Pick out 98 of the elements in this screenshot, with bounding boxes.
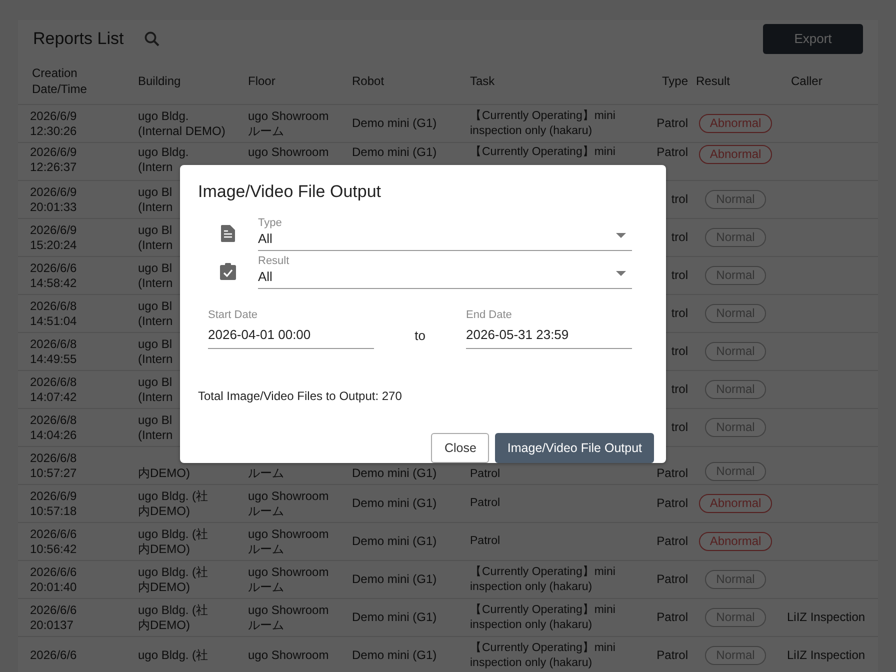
table-cell: 【Currently Operating】mini inspection only (hakaru) — [470, 109, 616, 138]
table-cell: Demo mini (G1) — [352, 534, 437, 549]
range-separator: to — [414, 326, 426, 345]
table-cell: 2026/6/6 14:58:42 — [30, 260, 77, 290]
table-cell: trol — [671, 344, 688, 359]
table-cell: Patrol — [656, 116, 688, 131]
table-cell: Demo mini (G1) — [352, 610, 437, 625]
table-cell: 2026/6/6 20:0137 — [30, 602, 77, 632]
table-cell: trol — [671, 192, 688, 207]
table-cell: ugo Showroom ルーム — [248, 526, 329, 556]
table-cell: Demo mini (G1) — [352, 466, 437, 481]
table-cell: trol — [671, 230, 688, 245]
table-cell: trol — [671, 306, 688, 321]
column-header: Floor — [247, 72, 276, 90]
table-cell: Patrol — [656, 466, 688, 481]
table-cell: ugo Bl (Intern — [138, 298, 173, 328]
table-cell: Patrol — [470, 534, 500, 549]
table-cell: 【Currently Operating】mini inspection only (hakaru) — [470, 603, 616, 632]
table-cell: ugo Showroom — [248, 648, 329, 663]
table-cell: 2026/6/8 14:49:55 — [30, 336, 77, 366]
table-cell: 2026/6/8 10:57:27 — [30, 451, 77, 481]
table-cell: Patrol — [656, 572, 688, 587]
table-cell: 【Currently Operating】mini — [470, 145, 616, 160]
table-cell: 2026/6/6 — [30, 648, 77, 663]
table-cell: 【Currently Operating】mini inspection only (hakaru) — [470, 565, 616, 594]
date-field[interactable]: End Date 2026-05-31 23:59 — [466, 308, 632, 350]
table-cell: ugo Bldg. (社 — [138, 648, 208, 663]
column-header: Robot — [351, 72, 386, 90]
table-cell: ugo Bl (Intern — [138, 184, 173, 214]
table-cell: ugo Bl (Intern — [138, 374, 173, 404]
column-header: Building — [137, 72, 182, 90]
dialog-title: Image/Video File Output — [198, 181, 382, 203]
table-cell: Patrol — [656, 496, 688, 511]
table-cell: 2026/6/9 20:01:33 — [30, 184, 77, 214]
table-cell: LiIZ Inspection — [787, 610, 866, 625]
caret-icon — [616, 232, 626, 238]
select-field[interactable]: Type All — [258, 216, 632, 250]
table-cell: 【Currently Operating】mini inspection only (hakaru) — [470, 641, 616, 670]
caret-icon — [616, 270, 626, 276]
table-cell: ugo Bl (Intern — [138, 260, 173, 290]
column-header: Creation Date/Time — [31, 64, 88, 98]
table-cell: Demo mini (G1) — [352, 145, 437, 160]
table-cell: Patrol — [470, 496, 500, 511]
table-cell-text: ugo Bldg. (社内DEMO) — [138, 526, 210, 556]
document-icon — [221, 225, 235, 242]
table-cell: 2026/6/9 12:26:37 — [30, 145, 77, 175]
table-cell: LiIZ Inspection — [787, 648, 866, 663]
table-cell: trol — [671, 382, 688, 397]
column-header: Result — [695, 72, 732, 90]
table-cell: ugo Showroom ルーム — [248, 488, 329, 518]
output-total: Total Image/Video Files to Output: 270 — [198, 388, 403, 406]
page-title: Reports List — [33, 28, 124, 50]
table-cell: 2026/6/9 10:57:18 — [30, 488, 77, 518]
date-field[interactable]: Start Date 2026-04-01 00:00 — [208, 308, 374, 350]
column-header: Caller — [790, 72, 824, 90]
column-header: Type — [660, 72, 688, 90]
table-cell: Demo mini (G1) — [352, 116, 437, 131]
table-cell-text: ugo Bldg. (社内DEMO) — [138, 564, 210, 594]
table-cell: trol — [671, 268, 688, 283]
table-cell: ugo Bldg. (Internal DEMO) — [138, 108, 226, 138]
result-status: Abnormal — [698, 145, 772, 164]
table-cell: ugo Showroom ルーム — [248, 108, 329, 138]
table-cell: 2026/6/8 14:07:42 — [30, 374, 77, 404]
output-button[interactable]: Image/Video File Output — [495, 433, 654, 464]
close-button[interactable]: Close — [431, 433, 490, 464]
table-cell: Demo mini (G1) — [352, 496, 437, 511]
table-cell: ugo Showroom ルーム — [248, 564, 329, 594]
table-cell: ugo Bldg. (Intern — [138, 145, 189, 175]
table-cell: ugo Bl (Intern — [138, 336, 173, 366]
table-cell: Demo mini (G1) — [352, 648, 437, 663]
table-cell: Patrol — [656, 145, 688, 160]
table-cell: Patrol — [656, 648, 688, 663]
table-cell: Patrol — [656, 534, 688, 549]
select-field[interactable]: Result All — [258, 254, 632, 288]
table-cell: 2026/6/9 15:20:24 — [30, 222, 77, 252]
table-cell: 2026/6/9 12:30:26 — [30, 108, 77, 138]
search-icon[interactable] — [144, 31, 160, 47]
table-cell: ugo Showroom ルーム — [248, 602, 329, 632]
table-cell: 2026/6/8 14:51:04 — [30, 298, 77, 328]
result-status: Abnormal — [698, 494, 772, 513]
table-cell: 2026/6/6 10:56:42 — [30, 526, 77, 556]
table-cell-text: ugo Bldg. (社内DEMO) — [138, 602, 210, 632]
clipboard-check-icon — [220, 263, 236, 280]
table-cell: trol — [671, 420, 688, 435]
table-cell: ugo Bl (Intern — [138, 222, 173, 252]
result-status: Abnormal — [698, 114, 772, 133]
table-cell: ルーム — [248, 466, 284, 481]
table-cell: 2026/6/8 14:04:26 — [30, 412, 77, 442]
table-cell: Patrol — [470, 466, 500, 481]
table-cell: 内DEMO) — [138, 466, 190, 481]
table-cell-text: ugo Bldg. (社内DEMO) — [138, 488, 210, 518]
column-header: Task — [469, 72, 496, 90]
table-cell: 2026/6/6 20:01:40 — [30, 564, 77, 594]
table-cell: Demo mini (G1) — [352, 572, 437, 587]
result-status: Abnormal — [698, 532, 772, 551]
table-cell: ugo Showroom — [248, 145, 329, 160]
table-cell: ugo Bl (Intern — [138, 412, 173, 442]
table-cell: Patrol — [656, 610, 688, 625]
